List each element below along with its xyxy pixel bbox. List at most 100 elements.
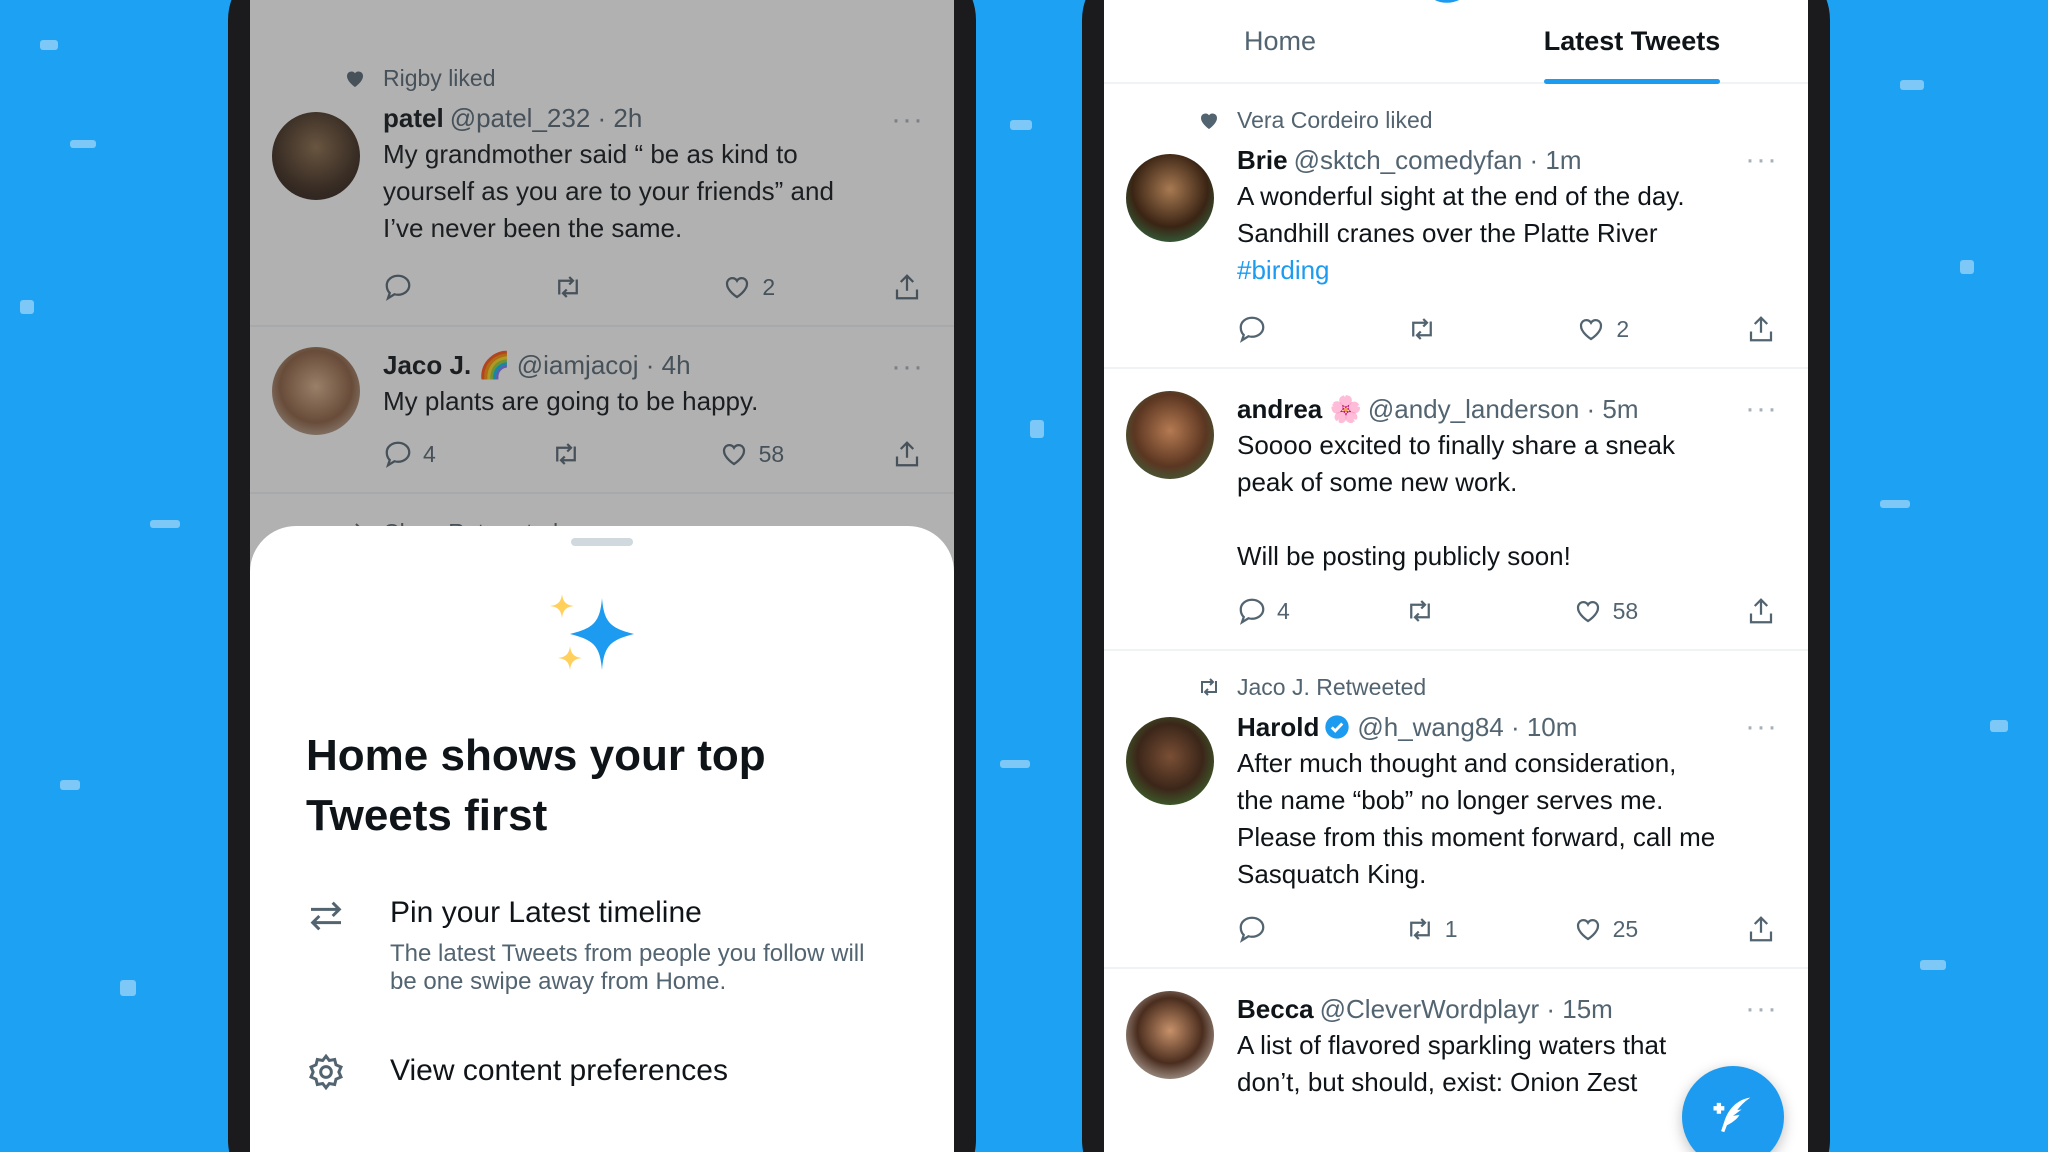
like-count: 58	[1612, 597, 1639, 624]
like-button[interactable]: 58	[719, 439, 784, 469]
avatar[interactable]	[1126, 391, 1214, 479]
avatar[interactable]	[272, 112, 360, 200]
verified-badge-icon	[1325, 715, 1350, 739]
like-button[interactable]: 2	[1576, 314, 1636, 344]
like-button[interactable]: 25	[1573, 914, 1638, 944]
tweet-text: My plants are going to be happy.	[383, 386, 759, 416]
handle-and-time[interactable]: @iamjacoj · 4h	[517, 347, 691, 383]
reply-icon	[1239, 598, 1265, 625]
display-name[interactable]: Becca	[1237, 991, 1314, 1027]
background-speck	[1920, 960, 1946, 970]
top-bar	[250, 0, 954, 46]
reply-button[interactable]	[1237, 914, 1297, 944]
tweet-text: A wonderful sight at the end of the day.…	[1237, 181, 1685, 248]
more-options-icon[interactable]: ···	[891, 105, 924, 135]
tweet-text: Soooo excited to finally share a sneak p…	[1237, 430, 1675, 571]
bottom-sheet: Home shows your top Tweets first Pin you…	[250, 526, 954, 1152]
retweet-count: 1	[1444, 915, 1458, 942]
retweet-button[interactable]	[551, 439, 611, 469]
social-context: Jaco J. Retweeted	[1201, 669, 1784, 705]
avatar[interactable]	[1126, 154, 1214, 242]
gear-icon[interactable]	[306, 1052, 346, 1092]
retweet-icon	[557, 276, 578, 298]
swap-arrows-icon[interactable]	[306, 896, 346, 936]
display-name[interactable]: Jaco J. 🌈	[383, 347, 511, 383]
more-options-icon[interactable]: ···	[1745, 994, 1778, 1024]
hashtag-link[interactable]: #birding	[1237, 252, 1784, 289]
handle-and-time[interactable]: @CleverWordplayr · 15m	[1320, 991, 1613, 1027]
like-icon	[1580, 318, 1603, 341]
background-speck	[1900, 80, 1924, 90]
tweet-header: Brie @sktch_comedyfan · 1m	[1237, 142, 1784, 178]
tweet[interactable]: Rigby liked ··· patel @patel_232 · 2h My…	[250, 46, 954, 327]
reply-button[interactable]: 4	[383, 439, 443, 469]
right-phone: Home Latest Tweets Vera Cordeiro liked ·…	[1082, 0, 1830, 1152]
background-speck	[1990, 720, 2008, 732]
left-phone: Rigby liked ··· patel @patel_232 · 2h My…	[228, 0, 976, 1152]
social-context: Vera Cordeiro liked	[1201, 102, 1784, 138]
sheet-grabber[interactable]	[571, 538, 633, 546]
more-options-icon[interactable]: ···	[891, 352, 924, 382]
tweet-body: Harold @h_wang84 · 10m After much though…	[1237, 709, 1784, 947]
tweet[interactable]: Vera Cordeiro liked ··· Brie @sktch_come…	[1104, 84, 1808, 369]
reply-button[interactable]	[1237, 314, 1297, 344]
reply-icon	[385, 441, 411, 468]
tweet-actions: 2	[1237, 311, 1784, 347]
share-button[interactable]	[892, 439, 922, 469]
retweet-button[interactable]	[1405, 596, 1465, 626]
tab-home[interactable]: Home	[1104, 0, 1456, 82]
retweet-icon	[1411, 318, 1432, 340]
display-name[interactable]: Brie	[1237, 142, 1288, 178]
like-button[interactable]: 2	[722, 272, 782, 302]
tweet-header: Harold @h_wang84 · 10m	[1237, 709, 1784, 745]
background-speck	[1960, 260, 1974, 274]
share-button[interactable]	[1746, 314, 1776, 344]
reply-button[interactable]: 4	[1237, 596, 1297, 626]
display-name[interactable]: andrea 🌸	[1237, 391, 1362, 427]
more-options-icon[interactable]: ···	[1745, 712, 1778, 742]
more-options-icon[interactable]: ···	[1745, 394, 1778, 424]
reply-button[interactable]	[383, 272, 443, 302]
retweet-icon	[555, 443, 576, 465]
background-speck	[150, 520, 180, 528]
tweet-header: andrea 🌸 @andy_landerson · 5m	[1237, 391, 1784, 427]
like-button[interactable]: 58	[1573, 596, 1639, 626]
tab-latest-tweets[interactable]: Latest Tweets	[1456, 0, 1808, 84]
share-button[interactable]	[892, 272, 922, 302]
share-button[interactable]	[1746, 596, 1776, 626]
handle-and-time[interactable]: @sktch_comedyfan · 1m	[1294, 142, 1582, 178]
more-options-icon[interactable]: ···	[1745, 145, 1778, 175]
retweet-button[interactable]	[1407, 314, 1467, 344]
right-screen: Home Latest Tweets Vera Cordeiro liked ·…	[1104, 0, 1808, 1152]
background-speck	[1880, 500, 1910, 508]
background-speck	[120, 980, 136, 996]
avatar[interactable]	[272, 347, 360, 435]
share-button[interactable]	[1746, 914, 1776, 944]
handle-and-time[interactable]: @patel_232 · 2h	[450, 100, 643, 136]
retweet-button[interactable]	[553, 272, 613, 302]
handle-and-time[interactable]: @andy_landerson · 5m	[1368, 391, 1639, 427]
like-icon	[726, 276, 749, 299]
retweet-icon	[1409, 918, 1430, 940]
tweet[interactable]: Jaco J. Retweeted ··· Harold @h_wang84 ·…	[1104, 651, 1808, 969]
tweet-body: Jaco J. 🌈 @iamjacoj · 4h My plants are g…	[383, 347, 930, 472]
tweet[interactable]: ··· andrea 🌸 @andy_landerson · 5m Soooo …	[1104, 369, 1808, 651]
tweet-actions: 2	[383, 269, 930, 305]
retweet-button[interactable]: 1	[1405, 914, 1465, 944]
like-icon	[1576, 600, 1599, 623]
reply-count: 4	[1277, 597, 1290, 624]
content-preferences-option[interactable]: View content preferences	[390, 1054, 728, 1088]
handle-and-time[interactable]: @h_wang84 · 10m	[1357, 709, 1577, 745]
reply-icon	[1239, 316, 1265, 343]
avatar[interactable]	[1126, 717, 1214, 805]
like-icon	[1576, 918, 1599, 941]
share-icon	[1749, 316, 1773, 342]
display-name[interactable]: patel	[383, 100, 444, 136]
avatar[interactable]	[1126, 991, 1214, 1079]
tweet-actions: 4 58	[1237, 593, 1784, 629]
tweet[interactable]: ··· Jaco J. 🌈 @iamjacoj · 4h My plants a…	[250, 327, 954, 494]
display-name[interactable]: Harold	[1237, 709, 1319, 745]
reply-count: 4	[423, 440, 436, 467]
background-speck	[60, 780, 80, 790]
pin-latest-option[interactable]: Pin your Latest timeline	[390, 896, 702, 930]
